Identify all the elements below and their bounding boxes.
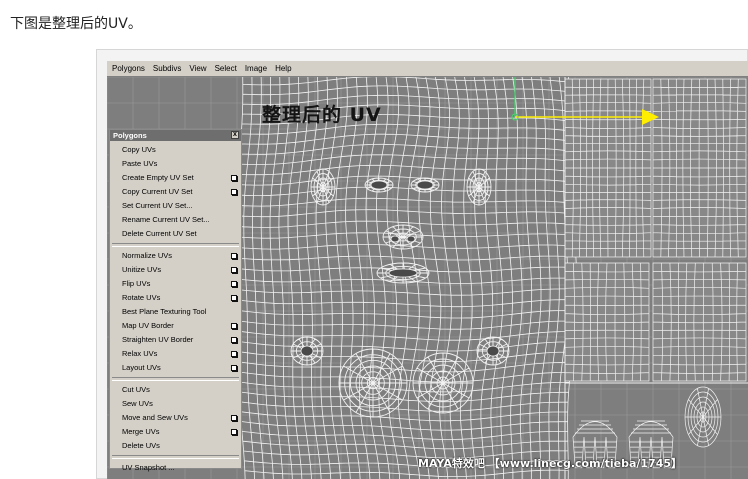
menu-item-label: Copy Current UV Set — [122, 187, 193, 196]
right-ear-uv — [466, 168, 492, 206]
option-box-icon[interactable] — [231, 295, 237, 301]
panel-title: Polygons — [113, 131, 147, 140]
menu-item-merge-uvs[interactable]: Merge UVs — [110, 425, 241, 439]
menu-item-straighten-uv-border[interactable]: Straighten UV Border — [110, 333, 241, 347]
option-box-icon[interactable] — [231, 365, 237, 371]
polygons-tearoff-menu: Polygons x Copy UVs Paste UVs Create Empty… — [109, 129, 242, 472]
menu-item-label: Move and Sew UVs — [122, 413, 188, 422]
feature-hole-4 — [388, 268, 418, 278]
menu-item-label: Layout UVs — [122, 363, 161, 372]
option-box-icon[interactable] — [231, 351, 237, 357]
menu-item-label: Rotate UVs — [122, 293, 161, 302]
menu-item-cut-uvs[interactable]: Cut UVs — [110, 383, 241, 397]
uv-canvas[interactable]: 整理后的 UV Polygons x Copy UVs Paste UVs Crea… — [107, 77, 748, 479]
uv-title-text: 整理后的 UV — [262, 104, 382, 126]
menu-item-rename-current-uv-set[interactable]: Rename Current UV Set... — [110, 213, 241, 227]
menu-item-paste-uvs[interactable]: Paste UVs — [110, 157, 241, 171]
menu-item-label: Paste UVs — [122, 159, 158, 168]
menu-help[interactable]: Help — [271, 64, 295, 73]
menu-separator — [112, 243, 239, 247]
feature-hole-3 — [406, 235, 416, 243]
menu-item-delete-current-uv-set[interactable]: Delete Current UV Set — [110, 227, 241, 241]
menu-item-label: Create Empty UV Set — [122, 173, 194, 182]
menu-item-layout-uvs[interactable]: Layout UVs — [110, 361, 241, 375]
menu-select[interactable]: Select — [211, 64, 241, 73]
menu-item-label: Map UV Border — [122, 321, 174, 330]
menu-item-label: Relax UVs — [122, 349, 158, 358]
navel-uv-b — [412, 352, 474, 414]
menu-item-label: Merge UVs — [122, 427, 160, 436]
option-box-icon[interactable] — [231, 429, 237, 435]
menu-item-create-empty-uv-set[interactable]: Create Empty UV Set — [110, 171, 241, 185]
menu-view[interactable]: View — [185, 64, 210, 73]
menu-polygons[interactable]: Polygons — [108, 64, 149, 73]
menu-item-label: Copy UVs — [122, 145, 156, 154]
menu-item-move-and-sew-uvs[interactable]: Move and Sew UVs — [110, 411, 241, 425]
panel-title-bar[interactable]: Polygons x — [110, 130, 241, 141]
menu-item-sew-uvs[interactable]: Sew UVs — [110, 397, 241, 411]
menu-item-label: Normalize UVs — [122, 251, 173, 260]
close-icon[interactable]: x — [231, 131, 239, 139]
panel-menu-list: Copy UVs Paste UVs Create Empty UV Set Copy… — [110, 141, 241, 475]
option-box-icon[interactable] — [231, 281, 237, 287]
menu-subdivs[interactable]: Subdivs — [149, 64, 185, 73]
watermark-text: MAYA特效吧 【www.linecg.com/tieba/1745】 — [418, 457, 683, 470]
option-box-icon[interactable] — [231, 175, 237, 181]
option-box-icon[interactable] — [231, 267, 237, 273]
menu-item-relax-uvs[interactable]: Relax UVs — [110, 347, 241, 361]
menu-item-label: Sew UVs — [122, 399, 153, 408]
left-ear-uv — [310, 168, 336, 206]
menu-item-unitize-uvs[interactable]: Unitize UVs — [110, 263, 241, 277]
menu-item-label: Rename Current UV Set... — [122, 215, 210, 224]
menu-image[interactable]: Image — [241, 64, 271, 73]
menu-item-flip-uvs[interactable]: Flip UVs — [110, 277, 241, 291]
menu-separator — [112, 455, 239, 459]
feature-hole-1 — [416, 180, 434, 190]
menu-item-label: Set Current UV Set... — [122, 201, 193, 210]
menu-item-copy-current-uv-set[interactable]: Copy Current UV Set — [110, 185, 241, 199]
nose-uv — [382, 224, 424, 250]
menu-item-label: Delete Current UV Set — [122, 229, 197, 238]
menu-item-set-current-uv-set[interactable]: Set Current UV Set... — [110, 199, 241, 213]
menu-item-best-plane-texturing-tool[interactable]: Best Plane Texturing Tool — [110, 305, 241, 319]
menu-item-label: Cut UVs — [122, 385, 150, 394]
feature-hole-6 — [486, 345, 500, 357]
option-box-icon[interactable] — [231, 323, 237, 329]
maya-uv-texture-editor: Polygons Subdivs View Select Image Help 整理后的 … — [107, 61, 748, 479]
option-box-icon[interactable] — [231, 337, 237, 343]
menu-bar: Polygons Subdivs View Select Image Help — [107, 61, 748, 77]
menu-item-label: Delete UVs — [122, 441, 160, 450]
menu-item-delete-uvs[interactable]: Delete UVs — [110, 439, 241, 453]
feature-hole-0 — [370, 180, 388, 190]
feature-hole-2 — [390, 235, 400, 243]
menu-separator — [112, 377, 239, 381]
leg-uv-shell-right-bg — [653, 263, 746, 381]
menu-item-label: Best Plane Texturing Tool — [122, 307, 207, 316]
post-caption: 下图是整理后的UV。 — [10, 16, 142, 32]
menu-item-label: Unitize UVs — [122, 265, 162, 274]
option-box-icon[interactable] — [231, 189, 237, 195]
menu-item-copy-uvs[interactable]: Copy UVs — [110, 143, 241, 157]
menu-item-rotate-uvs[interactable]: Rotate UVs — [110, 291, 241, 305]
menu-item-uv-snapshot[interactable]: UV Snapshot ... — [110, 461, 241, 475]
menu-item-normalize-uvs[interactable]: Normalize UVs — [110, 249, 241, 263]
menu-item-map-uv-border[interactable]: Map UV Border — [110, 319, 241, 333]
option-box-icon[interactable] — [231, 415, 237, 421]
menu-item-label: UV Snapshot ... — [122, 463, 175, 472]
feature-hole-5 — [300, 345, 314, 357]
leg-uv-shell-left-bg — [565, 263, 649, 381]
menu-item-label: Flip UVs — [122, 279, 151, 288]
menu-item-label: Straighten UV Border — [122, 335, 194, 344]
option-box-icon[interactable] — [231, 253, 237, 259]
navel-uv-a — [338, 348, 408, 418]
